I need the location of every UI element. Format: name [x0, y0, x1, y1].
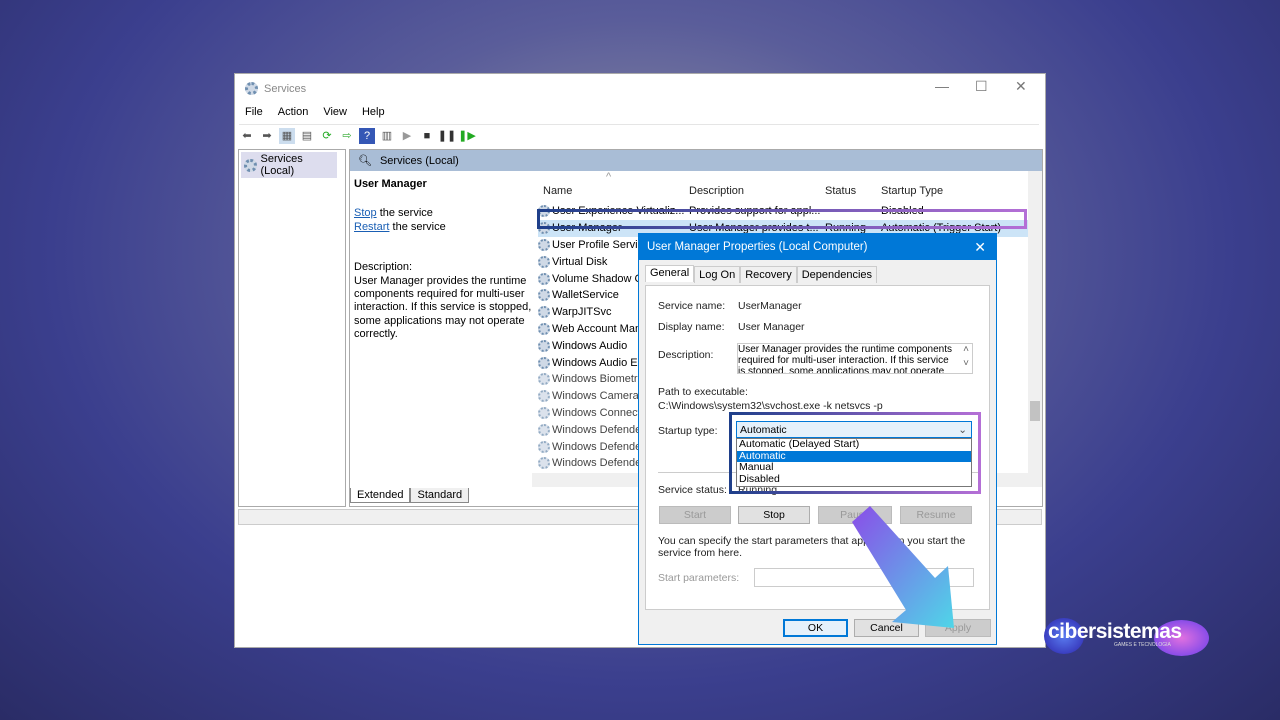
row-highlight-frame: [537, 209, 1027, 229]
properties-icon[interactable]: ▤: [299, 128, 315, 144]
column-startup-type[interactable]: Startup Type: [881, 185, 943, 197]
detail-title: User Manager: [354, 178, 427, 190]
cell-name: WarpJITSvc: [552, 306, 612, 319]
path-label: Path to executable:: [658, 386, 748, 398]
service-gear-icon: [538, 457, 550, 470]
scroll-up-icon[interactable]: ˄: [963, 344, 969, 355]
tree-item-services-local[interactable]: Services (Local): [241, 152, 337, 178]
cell-name: Windows Audio: [552, 339, 628, 352]
view-tabs: Extended Standard: [350, 488, 470, 503]
cell-name: User Profile Service: [552, 238, 650, 251]
tab-extended[interactable]: Extended: [350, 488, 411, 503]
start-params-label: Start parameters:: [658, 572, 740, 584]
tab-dependencies[interactable]: Dependencies: [796, 266, 878, 283]
scroll-down-icon[interactable]: ˅: [963, 358, 969, 369]
forward-icon[interactable]: ➡: [259, 128, 275, 144]
service-detail: User Manager Stop the service Restart th…: [354, 178, 532, 341]
service-gear-icon: [538, 339, 550, 352]
column-name[interactable]: Name: [543, 185, 572, 197]
stop-link[interactable]: Stop: [354, 207, 377, 219]
cell-name: Windows Biometric: [552, 373, 646, 386]
restart-link[interactable]: Restart: [354, 221, 389, 233]
description-label: Description:: [658, 349, 714, 361]
description-text: User Manager provides the runtime compon…: [354, 274, 532, 341]
cell-name: Virtual Disk: [552, 255, 608, 268]
menu-action[interactable]: Action: [278, 106, 309, 118]
toolbar: ⬅ ➡ ▦ ▤ ⟳ ⇨ ? ▥ ▶ ■ ❚❚ ❚▶: [239, 124, 1039, 146]
refresh-icon[interactable]: ⟳: [319, 128, 335, 144]
description-label: Description:: [354, 261, 413, 274]
dialog-title-bar: User Manager Properties (Local Computer)…: [639, 234, 996, 260]
service-gear-icon: [538, 406, 550, 419]
tab-log-on[interactable]: Log On: [694, 266, 741, 283]
service-gear-icon: [538, 373, 550, 386]
startup-type-label: Startup type:: [658, 425, 718, 437]
tab-general[interactable]: General: [645, 265, 695, 282]
column-status[interactable]: Status: [825, 185, 856, 197]
dropdown-highlight-frame: [729, 412, 981, 494]
description-box[interactable]: User Manager provides the runtime compon…: [737, 343, 973, 374]
back-icon[interactable]: ⬅: [239, 128, 255, 144]
tab-recovery[interactable]: Recovery: [740, 266, 797, 283]
help-icon[interactable]: ?: [359, 127, 375, 144]
console-tree: Services (Local): [238, 149, 346, 507]
service-gear-icon: [538, 306, 550, 319]
service-gear-icon: [538, 356, 550, 369]
service-gear-icon: [538, 255, 550, 268]
path-value: C:\Windows\system32\svchost.exe -k netsv…: [658, 400, 883, 412]
cell-name: WalletService: [552, 289, 619, 302]
panel-header: 🔍︎ Services (Local): [350, 150, 1042, 171]
display-name-value: User Manager: [738, 321, 805, 333]
service-name-label: Service name:: [658, 300, 726, 312]
cell-name: Windows Defender: [552, 423, 645, 436]
export-icon[interactable]: ⇨: [339, 128, 355, 144]
console-tree-icon[interactable]: ▦: [279, 127, 295, 144]
service-gear-icon: [538, 238, 550, 251]
service-gear-icon: [538, 423, 550, 436]
ok-button[interactable]: OK: [783, 619, 848, 637]
service-gear-icon: [538, 272, 550, 285]
service-gear-icon: [538, 390, 550, 403]
search-icon: 🔍︎: [358, 155, 372, 167]
menu-view[interactable]: View: [323, 106, 347, 118]
menu-file[interactable]: File: [245, 106, 263, 118]
view-icon[interactable]: ▥: [379, 128, 395, 144]
minimize-button[interactable]: —: [935, 78, 949, 94]
services-icon: [244, 158, 257, 172]
dialog-tabs: General Log On Recovery Dependencies: [645, 265, 878, 283]
arrow-annotation-icon: [852, 506, 954, 628]
service-gear-icon: [538, 289, 550, 302]
service-gear-icon: [538, 440, 550, 453]
menu-help[interactable]: Help: [362, 106, 385, 118]
service-status-label: Service status:: [658, 484, 727, 496]
play-icon[interactable]: ▶: [399, 128, 415, 144]
scroll-thumb[interactable]: [1030, 401, 1040, 421]
menu-bar: File Action View Help: [245, 106, 385, 118]
column-description[interactable]: Description: [689, 185, 744, 197]
vertical-scrollbar[interactable]: [1028, 171, 1042, 473]
start-button[interactable]: Start: [659, 506, 731, 524]
sort-arrow-icon: ^: [606, 171, 612, 183]
pause-icon[interactable]: ❚❚: [438, 128, 456, 144]
service-name-value: UserManager: [738, 300, 802, 312]
cell-name: Windows Defender: [552, 457, 645, 470]
window-title: Services: [245, 82, 306, 95]
cibersistemas-logo: cibersistemas GAMES E TECNOLOGIA: [1044, 612, 1214, 662]
tab-standard[interactable]: Standard: [410, 488, 470, 503]
dialog-close-icon[interactable]: ✕: [974, 239, 986, 256]
cell-name: Windows Defender: [552, 440, 645, 453]
cell-name: Windows Connect: [552, 406, 641, 419]
cell-name: Windows Camera: [552, 390, 639, 403]
maximize-button[interactable]: ☐: [975, 78, 988, 95]
service-gear-icon: [538, 322, 550, 335]
display-name-label: Display name:: [658, 321, 725, 333]
close-button[interactable]: ✕: [1015, 78, 1027, 95]
stop-button[interactable]: Stop: [738, 506, 810, 524]
resume-icon[interactable]: ❚▶: [458, 128, 476, 144]
stop-icon[interactable]: ■: [419, 128, 435, 144]
services-icon: [245, 82, 258, 95]
